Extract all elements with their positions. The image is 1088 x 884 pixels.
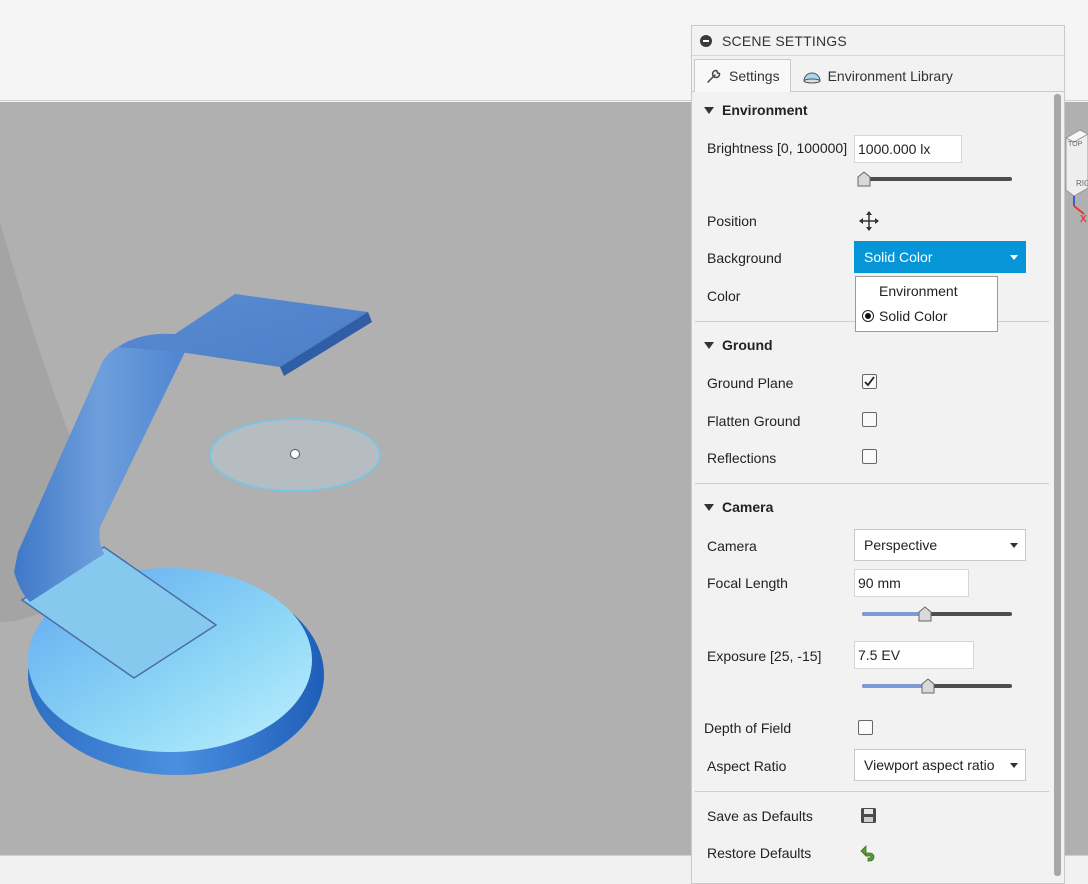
section-camera-title: Camera xyxy=(722,499,774,515)
aspect-ratio-select-value: Viewport aspect ratio xyxy=(864,757,995,773)
reflections-label: Reflections xyxy=(707,450,777,466)
light-position-handle[interactable] xyxy=(290,449,300,459)
panel-header: SCENE SETTINGS xyxy=(692,26,1064,56)
scene-settings-panel: SCENE SETTINGS Settings Environment Libr… xyxy=(691,25,1065,884)
background-dropdown: Environment Solid Color xyxy=(855,276,998,332)
reflections-checkbox[interactable] xyxy=(862,449,877,464)
focal-length-input[interactable]: 90 mm xyxy=(854,569,969,597)
collapse-icon[interactable] xyxy=(700,34,712,47)
viewcube-right-label: RIG xyxy=(1076,179,1088,188)
save-defaults-label: Save as Defaults xyxy=(707,808,813,824)
focal-length-label: Focal Length xyxy=(707,575,788,591)
exposure-input[interactable]: 7.5 EV xyxy=(854,641,974,669)
exposure-label: Exposure [25, -15] xyxy=(707,648,822,664)
position-label: Position xyxy=(707,213,757,229)
tab-environment-library[interactable]: Environment Library xyxy=(791,59,964,92)
background-option-solid-color[interactable]: Solid Color xyxy=(856,304,997,328)
wrench-icon xyxy=(705,67,723,85)
collapse-triangle-icon xyxy=(704,503,714,511)
exposure-slider[interactable] xyxy=(862,676,1012,696)
move-arrows-icon[interactable] xyxy=(858,210,880,232)
aspect-ratio-select[interactable]: Viewport aspect ratio xyxy=(854,749,1026,781)
camera-select-value: Perspective xyxy=(864,537,938,553)
tab-settings[interactable]: Settings xyxy=(694,59,791,92)
panel-scrollbar[interactable] xyxy=(1054,94,1061,876)
chevron-down-icon xyxy=(1010,255,1018,260)
radio-selected-icon xyxy=(862,310,874,322)
background-label: Background xyxy=(707,250,782,266)
focal-length-slider-fill xyxy=(862,612,925,616)
collapse-triangle-icon xyxy=(704,341,714,349)
panel-tabs: Settings Environment Library xyxy=(692,56,1064,92)
brightness-label: Brightness [0, 100000] xyxy=(707,140,848,156)
flatten-ground-label: Flatten Ground xyxy=(707,413,801,429)
exposure-slider-fill xyxy=(862,684,928,688)
exposure-slider-thumb[interactable] xyxy=(920,678,936,694)
background-select[interactable]: Solid Color xyxy=(854,241,1026,273)
floppy-disk-icon[interactable] xyxy=(860,807,877,824)
viewcube-axis-x: X xyxy=(1080,214,1087,223)
option-label: Environment xyxy=(879,283,958,299)
camera-label: Camera xyxy=(707,538,757,554)
focal-length-slider-thumb[interactable] xyxy=(917,606,933,622)
background-option-environment[interactable]: Environment xyxy=(856,279,997,303)
brightness-input[interactable]: 1000.000 lx xyxy=(854,135,962,163)
panel-title: SCENE SETTINGS xyxy=(722,32,847,49)
chevron-down-icon xyxy=(1010,763,1018,768)
option-label: Solid Color xyxy=(879,308,948,324)
tab-settings-label: Settings xyxy=(729,68,780,84)
collapse-triangle-icon xyxy=(704,106,714,114)
flatten-ground-checkbox[interactable] xyxy=(862,412,877,427)
brightness-slider-thumb[interactable] xyxy=(856,171,872,187)
divider xyxy=(695,483,1049,484)
depth-of-field-checkbox[interactable] xyxy=(858,720,873,735)
viewcube-top-label: TOP xyxy=(1068,141,1083,148)
section-ground-header[interactable]: Ground xyxy=(704,337,773,353)
checkmark-icon xyxy=(864,376,875,387)
section-camera-header[interactable]: Camera xyxy=(704,499,773,515)
color-label: Color xyxy=(707,288,741,304)
brightness-slider[interactable] xyxy=(857,169,1012,189)
ground-plane-label: Ground Plane xyxy=(707,375,794,391)
section-environment-header[interactable]: Environment xyxy=(704,102,808,118)
aspect-ratio-label: Aspect Ratio xyxy=(707,758,787,774)
camera-select[interactable]: Perspective xyxy=(854,529,1026,561)
background-select-value: Solid Color xyxy=(864,249,933,265)
depth-of-field-label: Depth of Field xyxy=(704,720,792,736)
section-environment-title: Environment xyxy=(722,102,808,118)
ground-plane-checkbox[interactable] xyxy=(862,374,877,389)
restore-defaults-label: Restore Defaults xyxy=(707,845,812,861)
tab-environment-library-label: Environment Library xyxy=(827,68,953,84)
chevron-down-icon xyxy=(1010,543,1018,548)
section-ground-title: Ground xyxy=(722,337,773,353)
focal-length-slider[interactable] xyxy=(862,604,1012,624)
undo-arrow-icon[interactable] xyxy=(859,843,879,863)
divider xyxy=(695,791,1049,792)
environment-dome-icon xyxy=(802,68,822,84)
